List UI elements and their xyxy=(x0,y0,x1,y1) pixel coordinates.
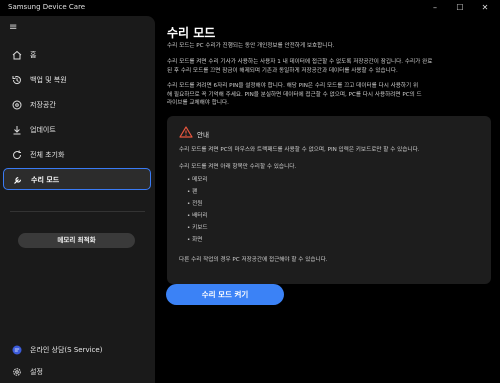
sidebar-item-label: 저장공간 xyxy=(30,101,56,109)
sidebar-item-label: 전체 초기화 xyxy=(30,151,65,159)
sidebar-item-home[interactable]: 홈 xyxy=(3,44,151,66)
sidebar-item-backup[interactable]: 백업 및 복원 xyxy=(3,69,151,91)
maximize-button[interactable]: ☐ xyxy=(450,0,470,16)
list-item: • 팬 xyxy=(187,189,198,195)
wrench-icon xyxy=(14,177,21,184)
sidebar-divider xyxy=(10,211,145,212)
download-icon xyxy=(13,126,21,135)
backup-icon xyxy=(12,76,21,85)
gear-icon xyxy=(13,368,21,376)
notice-box: 안내 수리 모드를 켜면 PC의 마우스와 트랙패드를 사용할 수 없으며, P… xyxy=(167,116,491,284)
list-item: • 전원 xyxy=(187,201,203,207)
notice-title: 안내 xyxy=(197,131,209,139)
sidebar-item-storage[interactable]: 저장공간 xyxy=(3,94,151,116)
sidebar-item-label: 백업 및 복원 xyxy=(30,76,67,84)
sidebar-item-update[interactable]: 업데이트 xyxy=(3,119,151,141)
enable-repair-mode-button[interactable]: 수리 모드 켜기 xyxy=(166,284,284,305)
notice-text: 다른 수리 작업의 경우 PC 저장공간에 접근해야 할 수 있습니다. xyxy=(179,257,328,263)
app-title: Samsung Device Care xyxy=(8,3,86,11)
pin-info-line: 해 필요하므로 꼭 기억해 주세요. PIN을 분실하면 데이터에 접근할 수 … xyxy=(167,91,422,98)
sidebar-item-label: 설정 xyxy=(30,368,43,376)
menu-icon[interactable]: ≡ xyxy=(9,22,17,33)
pin-info-line: 라이브를 교체해야 합니다. xyxy=(167,100,229,106)
home-icon xyxy=(12,50,22,60)
title-bar: Samsung Device Care – ☐ ✕ xyxy=(0,0,500,16)
minimize-button[interactable]: – xyxy=(425,0,445,16)
sidebar-item-reset[interactable]: 전체 초기화 xyxy=(3,144,151,166)
storage-icon xyxy=(12,100,22,110)
list-item: • 배터리 xyxy=(187,213,208,219)
sidebar-item-label: 수리 모드 xyxy=(31,176,60,184)
sidebar: ≡ 홈 백업 및 복원 저장공간 업데이트 전체 초기화 수리 모드 메모리 최… xyxy=(0,16,155,383)
memory-optimize-button[interactable]: 메모리 최적화 xyxy=(18,233,135,248)
close-button[interactable]: ✕ xyxy=(475,0,495,16)
notice-text: 수리 모드를 켜면 PC의 마우스와 트랙패드를 사용할 수 없으며, PIN … xyxy=(179,147,420,153)
sidebar-item-online-support[interactable]: 온라인 상담(S Service) xyxy=(3,339,151,361)
sidebar-item-settings[interactable]: 설정 xyxy=(3,361,151,383)
list-item: • 메모리 xyxy=(187,177,208,183)
intro-text: 수리 모드는 PC 수리가 진행되는 동안 개인정보를 안전하게 보호합니다. xyxy=(167,43,335,49)
list-item: • 화면 xyxy=(187,237,203,243)
main-content: 수리 모드 수리 모드는 PC 수리가 진행되는 동안 개인정보를 안전하게 보… xyxy=(155,16,500,383)
page-title: 수리 모드 xyxy=(167,26,216,40)
sidebar-item-label: 홈 xyxy=(30,51,37,59)
pin-info-line: 수리 모드를 켜려면 6자리 PIN을 설정해야 합니다. 해당 PIN은 수리… xyxy=(167,83,419,89)
reset-icon xyxy=(13,150,22,160)
warning-icon xyxy=(179,126,193,138)
description-line: 수리 모드를 켜면 수리 기사가 사용하는 사용자 1 내 데이터에 접근할 수… xyxy=(167,59,433,65)
sidebar-item-label: 업데이트 xyxy=(30,126,56,134)
sidebar-item-repair-mode[interactable]: 수리 모드 xyxy=(3,168,151,190)
list-item: • 키보드 xyxy=(187,225,208,231)
notice-text: 수리 모드를 켜면 아래 항목만 수리할 수 있습니다. xyxy=(179,164,297,170)
description-line: 된 후 수리 모드를 끄면 잠금이 해제되며 기존과 동일하게 저장공간과 데이… xyxy=(167,67,398,74)
sidebar-item-label: 온라인 상담(S Service) xyxy=(30,346,103,354)
chat-icon xyxy=(12,345,22,355)
